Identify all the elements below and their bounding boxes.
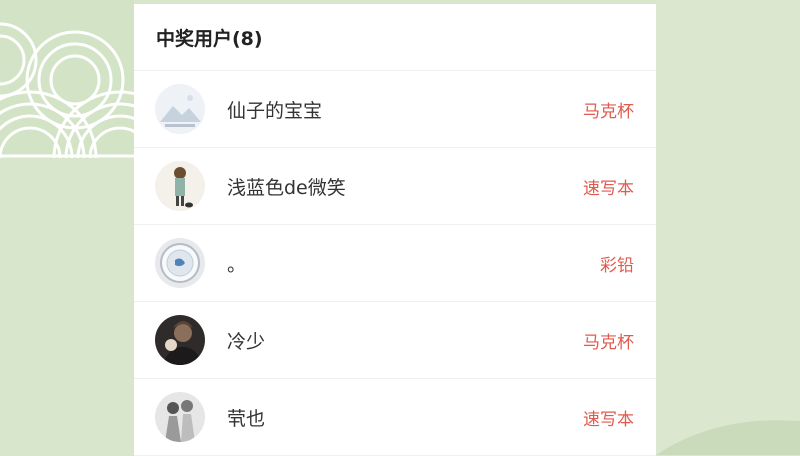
- avatar[interactable]: [155, 392, 205, 442]
- winner-row[interactable]: 茕也 速写本: [134, 379, 656, 456]
- winners-panel: 中奖用户(8) 仙子的宝宝 马克杯 浅蓝色de微笑 速写本 。 彩铅 冷少 马克…: [134, 4, 656, 456]
- winner-prize: 马克杯: [583, 332, 634, 353]
- winner-name: 冷少: [227, 330, 266, 353]
- winner-prize: 速写本: [583, 409, 634, 430]
- hill-shape-icon: [656, 420, 800, 455]
- winner-prize: 马克杯: [583, 101, 634, 122]
- winner-row[interactable]: 冷少 马克杯: [134, 302, 656, 379]
- avatar[interactable]: [155, 238, 205, 288]
- blue-fish-bowl-avatar-icon: [155, 238, 205, 288]
- winner-name: 。: [227, 253, 247, 276]
- anime-hug-avatar-icon: [155, 315, 205, 365]
- background-right: [656, 0, 800, 455]
- avatar[interactable]: [155, 315, 205, 365]
- mountain-landscape-avatar-icon: [155, 84, 205, 134]
- winner-row[interactable]: 。 彩铅: [134, 225, 656, 302]
- sketch-characters-avatar-icon: [155, 392, 205, 442]
- anime-boy-with-cat-avatar-icon: [155, 161, 205, 211]
- page-title: 中奖用户(8): [156, 27, 263, 50]
- winner-name: 浅蓝色de微笑: [227, 176, 346, 199]
- winner-prize: 彩铅: [600, 255, 634, 276]
- avatar[interactable]: [155, 161, 205, 211]
- winner-name: 茕也: [227, 407, 266, 430]
- winner-name: 仙子的宝宝: [227, 99, 323, 122]
- arc-pattern-icon: [0, 0, 134, 158]
- winner-row[interactable]: 浅蓝色de微笑 速写本: [134, 148, 656, 225]
- panel-header: 中奖用户(8): [134, 4, 656, 71]
- winner-row[interactable]: 仙子的宝宝 马克杯: [134, 71, 656, 148]
- background-left: [0, 0, 134, 455]
- winner-prize: 速写本: [583, 178, 634, 199]
- avatar[interactable]: [155, 84, 205, 134]
